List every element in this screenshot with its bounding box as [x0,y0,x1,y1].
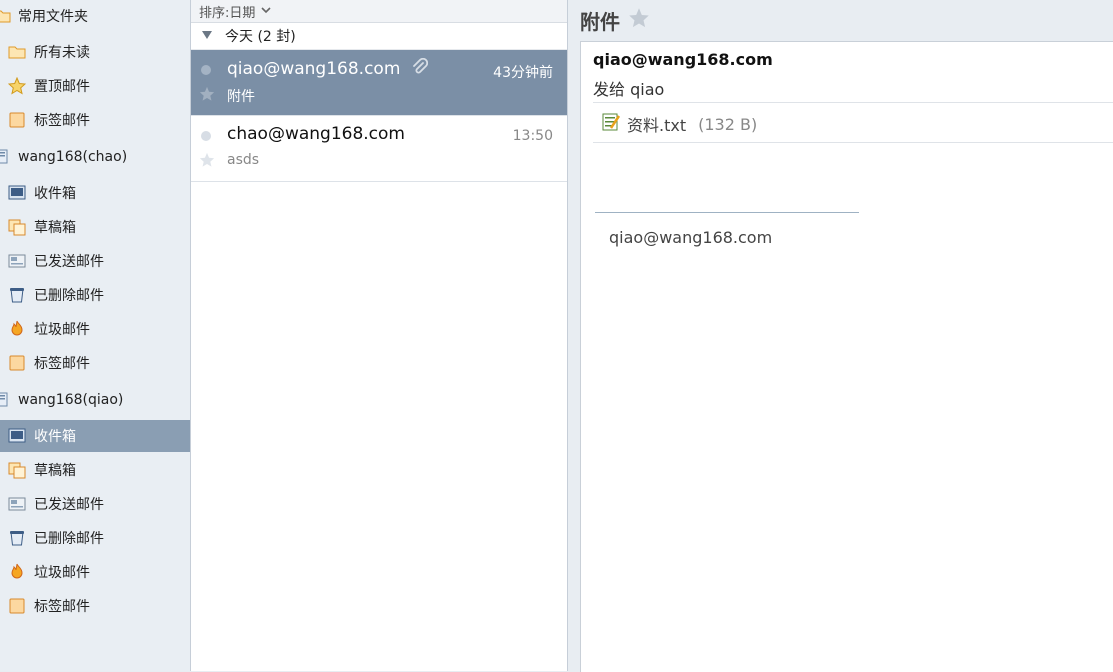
drafts-icon [8,218,26,236]
collapse-triangle-icon [201,30,213,43]
message-sender: chao@wang168.com [227,124,405,144]
sidebar-item-label: wang168(qiao) [18,392,124,408]
account-icon [0,391,12,409]
sidebar-item-label: 所有未读 [34,45,90,61]
date-group-header[interactable]: 今天 (2 封) [191,23,567,50]
sidebar-item-drafts-qiao[interactable]: 草稿箱 [0,454,190,486]
reading-pane: 附件 qiao@wang168.com 发给 qiao 资料.txt (132 … [568,0,1113,672]
signature-text: qiao@wang168.com [609,228,773,247]
message-sender-wrap: qiao@wang168.com [227,57,428,81]
signature-divider [595,212,859,213]
sidebar-item-label: 已删除邮件 [34,531,104,547]
star-icon[interactable] [199,152,215,172]
sent-icon [8,495,26,513]
drafts-icon [8,461,26,479]
message-sender: qiao@wang168.com [227,59,401,79]
message-from[interactable]: qiao@wang168.com [593,50,773,69]
sidebar-item-label: 常用文件夹 [18,9,88,25]
tag-icon [8,597,26,615]
message-time: 13:50 [512,128,553,144]
sidebar-item-inbox-qiao[interactable]: 收件箱 [0,420,190,452]
folder-icon [0,7,12,25]
tag-icon [8,111,26,129]
sidebar-item-spam-qiao[interactable]: 垃圾邮件 [0,556,190,588]
sidebar-item-deleted-qiao[interactable]: 已删除邮件 [0,522,190,554]
trash-icon [8,529,26,547]
sidebar-item-label: 置顶邮件 [34,79,90,95]
sidebar-item-tagged[interactable]: 标签邮件 [0,104,190,136]
sidebar-group-common[interactable]: 常用文件夹 [0,0,190,32]
sidebar-item-tagged-chao[interactable]: 标签邮件 [0,347,190,379]
folder-sidebar: 常用文件夹 所有未读 置顶邮件 标签邮件 wang168(chao) 收件箱 草… [0,0,191,671]
account-icon [0,148,12,166]
message-list: 排序:日期 今天 (2 封) qiao@wang168.com 43分钟前 附件… [191,0,568,671]
star-icon[interactable] [199,86,215,106]
sent-icon [8,252,26,270]
sidebar-item-inbox-chao[interactable]: 收件箱 [0,177,190,209]
sidebar-item-drafts-chao[interactable]: 草稿箱 [0,211,190,243]
message-subject: 附件 [227,89,255,105]
sidebar-item-label: 垃圾邮件 [34,322,90,338]
sidebar-item-spam-chao[interactable]: 垃圾邮件 [0,313,190,345]
sidebar-item-label: 收件箱 [34,186,76,202]
spam-icon [8,320,26,338]
message-title: 附件 [580,10,620,34]
message-row[interactable]: qiao@wang168.com 43分钟前 附件 [191,50,567,116]
sidebar-item-label: 标签邮件 [34,599,90,615]
spam-icon [8,563,26,581]
message-title-bar: 附件 [580,6,650,35]
sidebar-item-label: 垃圾邮件 [34,565,90,581]
folder-icon [8,43,26,61]
paperclip-icon [412,57,428,81]
text-file-icon [601,112,621,136]
inbox-icon [8,184,26,202]
sidebar-item-label: 收件箱 [34,429,76,445]
sidebar-item-label: wang168(chao) [18,149,128,165]
sidebar-item-tagged-qiao[interactable]: 标签邮件 [0,590,190,622]
attachment-size: (132 B) [698,114,758,134]
chevron-down-icon [261,6,271,17]
message-body: qiao@wang168.com 发给 qiao 资料.txt (132 B) … [580,41,1113,672]
sidebar-item-sent-qiao[interactable]: 已发送邮件 [0,488,190,520]
sidebar-item-label: 草稿箱 [34,463,76,479]
sidebar-group-account-qiao[interactable]: wang168(qiao) [0,384,190,416]
tag-icon [8,354,26,372]
sidebar-item-sent-chao[interactable]: 已发送邮件 [0,245,190,277]
sidebar-item-label: 已删除邮件 [34,288,104,304]
sidebar-item-label: 标签邮件 [34,113,90,129]
sidebar-item-label: 已发送邮件 [34,254,104,270]
unread-dot-icon[interactable] [201,131,211,141]
trash-icon [8,286,26,304]
sidebar-group-account-chao[interactable]: wang168(chao) [0,141,190,173]
sidebar-item-all-unread[interactable]: 所有未读 [0,36,190,68]
attachment-name: 资料.txt [627,116,687,135]
sidebar-item-label: 已发送邮件 [34,497,104,513]
message-subject: asds [227,152,260,168]
sidebar-item-pinned[interactable]: 置顶邮件 [0,70,190,102]
message-to: 发给 qiao [593,80,665,99]
sidebar-item-deleted-chao[interactable]: 已删除邮件 [0,279,190,311]
divider [593,142,1113,143]
attachment-item[interactable]: 资料.txt (132 B) [601,112,757,136]
star-icon [7,76,27,95]
sort-dropdown[interactable]: 排序:日期 [191,0,567,23]
message-time: 43分钟前 [493,65,553,81]
inbox-icon [8,427,26,445]
sidebar-item-label: 标签邮件 [34,356,90,372]
sort-label: 排序:日期 [199,5,256,21]
unread-dot-icon[interactable] [201,65,211,75]
sidebar-item-label: 草稿箱 [34,220,76,236]
divider [593,102,1113,103]
star-icon[interactable] [628,7,650,34]
date-group-label: 今天 (2 封) [225,29,296,45]
message-row[interactable]: chao@wang168.com 13:50 asds [191,116,567,182]
